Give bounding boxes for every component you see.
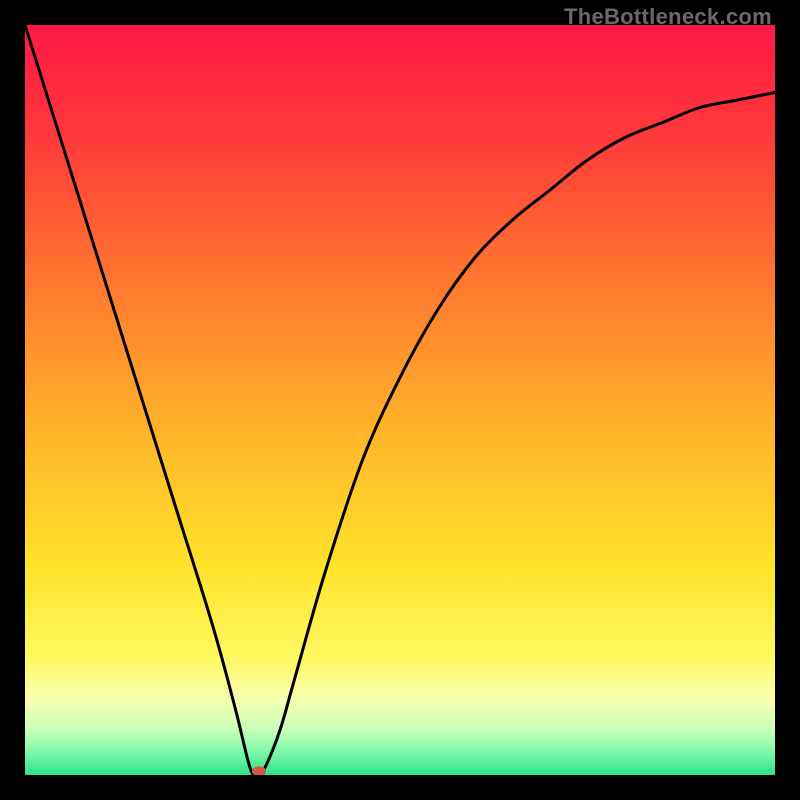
chart-background [25, 25, 775, 775]
bottleneck-chart [25, 25, 775, 775]
chart-container [25, 25, 775, 775]
